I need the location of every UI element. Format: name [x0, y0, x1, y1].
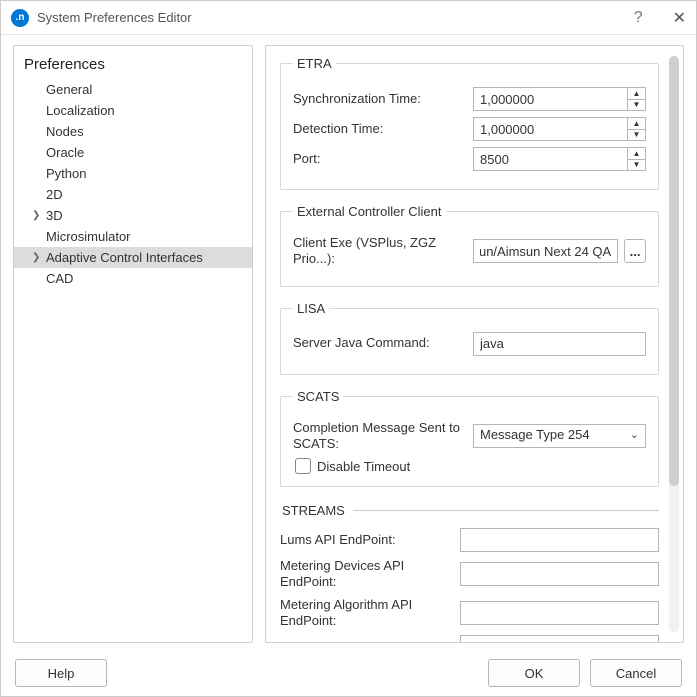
window-title: System Preferences Editor — [37, 10, 192, 25]
sidebar-item-localization[interactable]: Localization — [14, 100, 252, 121]
spinner-up-icon[interactable]: ▲ — [628, 88, 645, 100]
sidebar-title: Preferences — [14, 52, 252, 79]
title-bar: .n System Preferences Editor ? ✕ — [1, 1, 696, 35]
external-controller-client-group: External Controller Client Client Exe (V… — [280, 204, 659, 287]
settings-panel: ETRA Synchronization Time: 1,000000 ▲▼ D… — [265, 45, 684, 643]
cancel-button[interactable]: Cancel — [590, 659, 682, 687]
sidebar-item-nodes[interactable]: Nodes — [14, 121, 252, 142]
port-spinner[interactable]: 8500 ▲▼ — [473, 147, 646, 171]
lisa-legend: LISA — [293, 301, 329, 316]
context-help-button[interactable]: ? — [634, 9, 643, 27]
scats-group: SCATS Completion Message Sent to SCATS: … — [280, 389, 659, 488]
metering-devices-endpoint-input[interactable] — [460, 562, 659, 586]
scrollbar[interactable] — [669, 56, 679, 632]
chevron-right-icon: ❯ — [32, 252, 46, 263]
detect-time-spinner[interactable]: 1,000000 ▲▼ — [473, 117, 646, 141]
help-button[interactable]: Help — [15, 659, 107, 687]
sidebar-item-adaptive-control-interfaces[interactable]: ❯ Adaptive Control Interfaces — [14, 247, 252, 268]
sidebar-item-label: 3D — [46, 208, 63, 223]
detect-time-label: Detection Time: — [293, 121, 463, 137]
dialog-footer: Help OK Cancel — [1, 650, 696, 696]
browse-button[interactable]: ... — [624, 239, 646, 263]
preferences-sidebar: Preferences General Localization Nodes O… — [13, 45, 253, 643]
spinner-down-icon[interactable]: ▼ — [628, 160, 645, 171]
sidebar-item-python[interactable]: Python — [14, 163, 252, 184]
port-value[interactable]: 8500 — [474, 148, 627, 170]
sync-time-value[interactable]: 1,000000 — [474, 88, 627, 110]
metering-algorithm-endpoint-input[interactable] — [460, 601, 659, 625]
scats-msg-combo[interactable]: Message Type 254 ⌄ — [473, 424, 646, 448]
client-exe-input[interactable] — [473, 239, 618, 263]
metering-devices-endpoint-label: Metering Devices API EndPoint: — [280, 558, 450, 591]
spinner-up-icon[interactable]: ▲ — [628, 148, 645, 160]
sidebar-item-label: Adaptive Control Interfaces — [46, 250, 203, 265]
sidebar-item-microsimulator[interactable]: Microsimulator — [14, 226, 252, 247]
sidebar-item-2d[interactable]: 2D — [14, 184, 252, 205]
port-label: Port: — [293, 151, 463, 167]
detect-time-value[interactable]: 1,000000 — [474, 118, 627, 140]
lums-endpoint-label: Lums API EndPoint: — [280, 532, 450, 548]
streams-header: STREAMS — [282, 503, 659, 518]
spinner-down-icon[interactable]: ▼ — [628, 130, 645, 141]
separator — [353, 510, 659, 511]
lums-api-key-label: LUMS API Key: — [280, 639, 450, 643]
lums-endpoint-input[interactable] — [460, 528, 659, 552]
etra-legend: ETRA — [293, 56, 336, 71]
scats-msg-label: Completion Message Sent to SCATS: — [293, 420, 463, 453]
sidebar-item-general[interactable]: General — [14, 79, 252, 100]
chevron-right-icon: ❯ — [32, 210, 46, 221]
ecc-legend: External Controller Client — [293, 204, 446, 219]
sidebar-item-cad[interactable]: CAD — [14, 268, 252, 289]
sync-time-spinner[interactable]: 1,000000 ▲▼ — [473, 87, 646, 111]
sidebar-item-3d[interactable]: ❯ 3D — [14, 205, 252, 226]
sidebar-item-oracle[interactable]: Oracle — [14, 142, 252, 163]
ok-button[interactable]: OK — [488, 659, 580, 687]
sync-time-label: Synchronization Time: — [293, 91, 463, 107]
lisa-group: LISA Server Java Command: — [280, 301, 659, 375]
scats-msg-value: Message Type 254 — [480, 427, 590, 442]
disable-timeout-label: Disable Timeout — [317, 459, 410, 474]
client-exe-label: Client Exe (VSPlus, ZGZ Prio...): — [293, 235, 463, 268]
app-icon: .n — [11, 9, 29, 27]
close-button[interactable]: ✕ — [673, 8, 686, 28]
metering-algorithm-endpoint-label: Metering Algorithm API EndPoint: — [280, 597, 450, 630]
checkbox-icon — [295, 458, 311, 474]
scrollbar-thumb[interactable] — [669, 56, 679, 486]
etra-group: ETRA Synchronization Time: 1,000000 ▲▼ D… — [280, 56, 659, 190]
spinner-down-icon[interactable]: ▼ — [628, 100, 645, 111]
java-cmd-label: Server Java Command: — [293, 335, 463, 351]
disable-timeout-checkbox[interactable]: Disable Timeout — [295, 458, 646, 474]
spinner-up-icon[interactable]: ▲ — [628, 118, 645, 130]
streams-legend: STREAMS — [282, 503, 353, 518]
lums-api-key-input[interactable] — [460, 635, 659, 643]
java-cmd-input[interactable] — [473, 332, 646, 356]
scats-legend: SCATS — [293, 389, 343, 404]
chevron-down-icon: ⌄ — [630, 428, 639, 441]
